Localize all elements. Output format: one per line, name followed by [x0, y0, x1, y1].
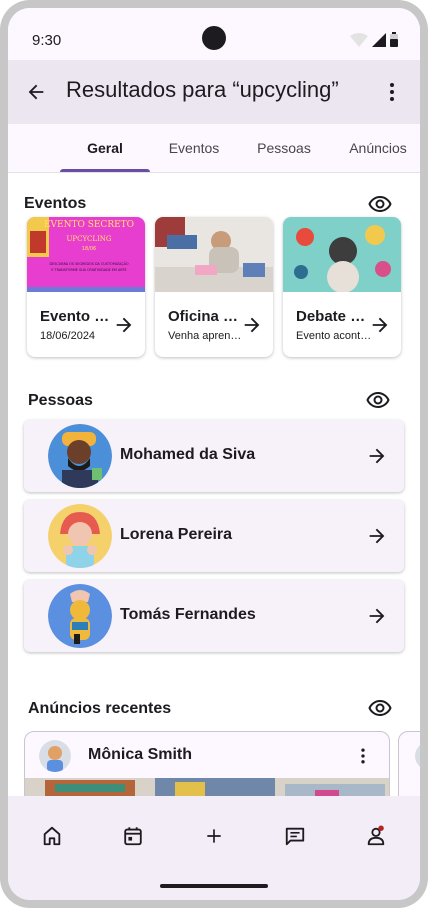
arrow-forward-icon [369, 528, 385, 544]
poster-line-2: E TRANSFORME SUA CRIATIVIDADE EM ARTE [51, 268, 126, 272]
event-name: Debate sobre moda [296, 308, 368, 325]
poster-subheading: UPCYCLING [67, 235, 112, 243]
event-workshop-image [155, 217, 273, 292]
event-name: Oficina de upcycling [168, 308, 240, 325]
person-icon [367, 825, 385, 846]
avatar [48, 504, 112, 568]
eye-icon [368, 195, 392, 213]
arrow-forward-icon [116, 317, 132, 333]
events-visibility-button[interactable] [366, 190, 394, 218]
camera-cutout [202, 26, 226, 50]
signal-icon [372, 33, 386, 47]
ad-author-name: Mônica Smith [88, 746, 193, 763]
back-button[interactable] [22, 78, 50, 106]
page-title: Resultados para “upcycling” [66, 77, 339, 102]
ads-section-title: Anúncios recentes [28, 700, 172, 717]
avatar [39, 740, 71, 772]
event-poster-image: EVENTO SECRETO UPCYCLING 18/06 DESCUBRA … [27, 217, 145, 292]
arrow-forward-icon [244, 317, 260, 333]
arrow-forward-icon [369, 448, 385, 464]
person-card[interactable]: Tomás Fernandes [24, 580, 404, 652]
event-subtitle: 18/06/2024 [40, 330, 96, 342]
ads-visibility-button[interactable] [366, 694, 394, 722]
avatar [48, 584, 112, 648]
eye-icon [368, 699, 392, 717]
arrow-back-icon [28, 84, 44, 100]
poster-line-1: DESCUBRA OS SEGREDOS DA CUSTOMIZAÇÃO [49, 261, 128, 266]
active-tab-indicator [60, 169, 150, 172]
bottom-navigation [8, 796, 420, 900]
chat-icon [285, 827, 305, 846]
avatar [48, 424, 112, 488]
top-app-bar: Resultados para “upcycling” [8, 60, 420, 124]
tab-eventos[interactable]: Eventos [158, 124, 230, 172]
home-icon [43, 826, 61, 846]
person-card[interactable]: Mohamed da Siva [24, 420, 404, 492]
battery-icon [390, 32, 398, 47]
event-card[interactable]: EVENTO SECRETO UPCYCLING 18/06 DESCUBRA … [27, 217, 145, 357]
poster-date: 18/06 [82, 246, 96, 252]
search-results[interactable]: Eventos EVENTO SECRETO UPCYCLING 18/06 D… [8, 173, 420, 796]
nav-home[interactable] [32, 822, 72, 850]
event-debate-image [283, 217, 401, 292]
status-time: 9:30 [32, 32, 62, 49]
add-icon [207, 829, 221, 843]
people-visibility-button[interactable] [364, 386, 392, 414]
ad-card-next[interactable] [398, 731, 420, 796]
person-card[interactable]: Lorena Pereira [24, 500, 404, 572]
device-frame: 9:30 Resultados para “upcycling” Geral E… [0, 0, 428, 908]
nav-events[interactable] [113, 822, 153, 850]
people-section-title: Pessoas [28, 392, 93, 409]
screen: 9:30 Resultados para “upcycling” Geral E… [8, 8, 420, 900]
wifi-icon [350, 33, 368, 47]
ad-card[interactable]: Mônica Smith [24, 731, 390, 796]
more-options-button[interactable] [378, 78, 406, 106]
event-card[interactable]: Oficina de upcycling Venha aprender [155, 217, 273, 357]
event-card[interactable]: Debate sobre moda Evento acontecendo [283, 217, 401, 357]
event-subtitle: Venha aprender [168, 330, 246, 342]
nav-messages[interactable] [275, 822, 315, 850]
nav-profile[interactable] [356, 822, 396, 850]
more-vert-icon [390, 83, 394, 101]
avatar [415, 745, 420, 767]
event-subtitle: Evento acontecendo [296, 330, 374, 342]
poster-heading: EVENTO SECRETO [44, 220, 134, 230]
person-name: Lorena Pereira [120, 526, 233, 543]
tab-geral[interactable]: Geral [60, 124, 150, 172]
ad-product-image [25, 778, 389, 796]
person-name: Mohamed da Siva [120, 446, 256, 463]
nav-add[interactable] [194, 822, 234, 850]
tab-bar: Geral Eventos Pessoas Anúncios [8, 124, 420, 173]
home-indicator [160, 884, 268, 888]
more-vert-icon [361, 748, 365, 764]
tab-pessoas[interactable]: Pessoas [244, 124, 324, 172]
event-name: Evento Secreto [40, 308, 112, 325]
person-name: Tomás Fernandes [120, 606, 256, 623]
events-section-title: Eventos [24, 195, 87, 212]
tab-anuncios[interactable]: Anúncios [336, 124, 420, 172]
arrow-forward-icon [372, 317, 388, 333]
calendar-icon [124, 827, 142, 846]
arrow-forward-icon [369, 608, 385, 624]
ad-more-button[interactable] [351, 744, 375, 768]
status-bar: 9:30 [8, 8, 420, 60]
eye-icon [366, 391, 390, 409]
status-icons [350, 32, 398, 47]
